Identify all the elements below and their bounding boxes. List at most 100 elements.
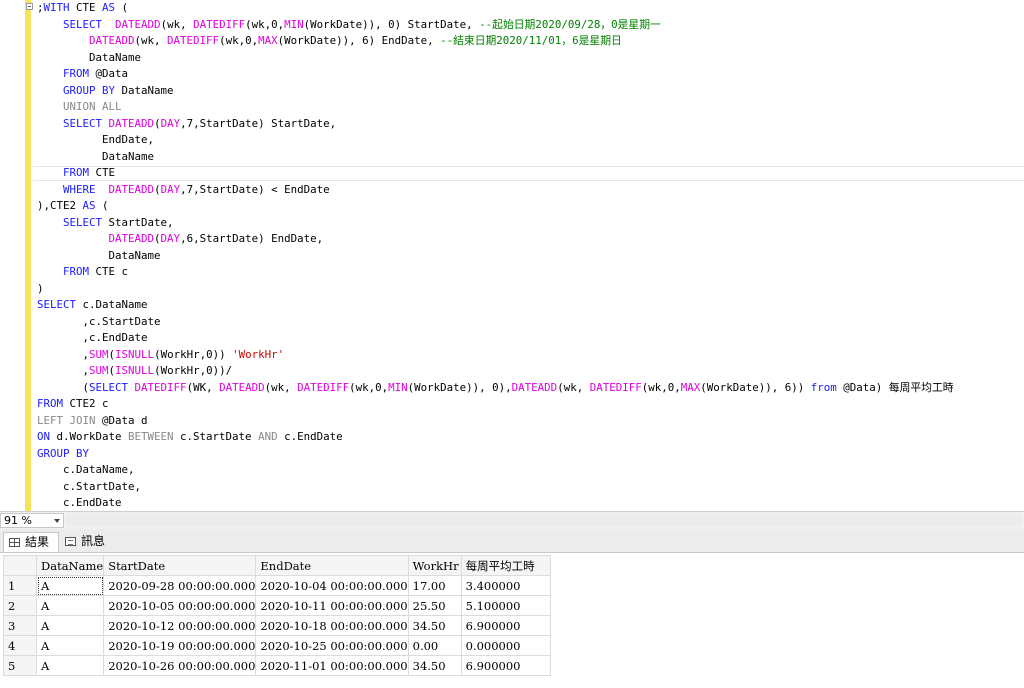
code-line[interactable]: DATEADD(wk, DATEDIFF(wk,0,MAX(WorkDate))… [37,33,1022,50]
table-cell[interactable]: 2020-10-19 00:00:00.000 [103,635,257,656]
code-line[interactable]: c.EndDate [37,495,1022,511]
code-line[interactable]: ) [37,281,1022,298]
table-cell[interactable]: A [35,655,105,676]
tab-messages[interactable]: 訊息 [60,532,112,552]
tab-results[interactable]: 結果 [3,532,59,552]
code-line[interactable]: DATEADD(DAY,6,StartDate) EndDate, [37,231,1022,248]
code-line[interactable]: SELECT c.DataName [37,297,1022,314]
code-line[interactable]: FROM @Data [37,66,1022,83]
results-grid[interactable]: DataName StartDate EndDate WorkHr 每周平均工時… [3,555,551,676]
chevron-down-icon[interactable] [54,519,60,523]
table-cell[interactable]: 2020-10-11 00:00:00.000 [255,595,409,616]
table-cell[interactable]: A [35,635,105,656]
code-line[interactable]: ,SUM(ISNULL(WorkHr,0))/ [37,363,1022,380]
table-cell[interactable]: 0.000000 [460,635,551,656]
row-number-header[interactable] [3,555,37,576]
table-row[interactable]: 4 A 2020-10-19 00:00:00.000 2020-10-25 00:0… [3,635,551,656]
code-line[interactable]: ,SUM(ISNULL(WorkHr,0)) 'WorkHr' [37,347,1022,364]
table-cell[interactable]: 6.900000 [460,655,551,676]
editor-status-bar: 91 % [0,511,1024,529]
code-token: ( [115,1,129,14]
code-line[interactable]: SELECT DATEADD(wk, DATEDIFF(wk,0,MIN(Wor… [37,17,1022,34]
code-line[interactable]: ;WITH CTE AS ( [37,0,1022,17]
code-line[interactable]: c.DataName, [37,462,1022,479]
code-line[interactable]: ,c.StartDate [37,314,1022,331]
row-number[interactable]: 5 [3,655,37,676]
code-line[interactable]: SELECT DATEADD(DAY,7,StartDate) StartDat… [37,116,1022,133]
code-line[interactable]: c.StartDate, [37,479,1022,496]
editor-margin [0,0,25,511]
table-row[interactable]: 1 A 2020-09-28 00:00:00.000 2020-10-04 00:0… [3,575,551,596]
code-line[interactable]: (SELECT DATEDIFF(WK, DATEADD(wk, DATEDIF… [37,380,1022,397]
table-cell[interactable]: 2020-10-05 00:00:00.000 [103,595,257,616]
column-header-enddate[interactable]: EndDate [255,555,409,576]
code-token: (WorkDate)), 6) EndDate, [277,34,441,47]
zoom-value: 91 % [4,514,32,527]
code-line[interactable]: WHERE DATEADD(DAY,7,StartDate) < EndDate [37,182,1022,199]
column-header-weekly-avg[interactable]: 每周平均工時 [460,555,551,576]
table-row[interactable]: 3 A 2020-10-12 00:00:00.000 2020-10-18 00:0… [3,615,551,636]
code-line[interactable]: ,c.EndDate [37,330,1022,347]
table-cell[interactable]: 2020-10-25 00:00:00.000 [255,635,409,656]
code-token: FROM [63,166,90,179]
table-cell[interactable]: 5.100000 [460,595,551,616]
code-line[interactable]: GROUP BY DataName [37,83,1022,100]
table-cell[interactable]: 2020-11-01 00:00:00.000 [255,655,409,676]
code-token: (WorkHr,0))/ [154,364,233,377]
row-number[interactable]: 4 [3,635,37,656]
code-line[interactable]: ),CTE2 AS ( [37,198,1022,215]
table-cell[interactable]: A [35,575,105,596]
column-header-dataname[interactable]: DataName [35,555,105,576]
sql-editor[interactable]: ;WITH CTE AS ( SELECT DATEADD(wk, DATEDI… [0,0,1024,511]
table-cell[interactable]: 34.50 [407,615,462,636]
table-cell[interactable]: 2020-10-18 00:00:00.000 [255,615,409,636]
code-line[interactable]: FROM CTE c [37,264,1022,281]
code-token: SELECT [37,298,77,311]
code-line[interactable]: DataName [37,50,1022,67]
column-header-workhr[interactable]: WorkHr [407,555,462,576]
table-cell[interactable]: 2020-09-28 00:00:00.000 [103,575,257,596]
tab-results-label: 結果 [25,535,50,549]
table-cell[interactable]: 2020-10-12 00:00:00.000 [103,615,257,636]
code-token: CTE [69,1,103,14]
code-token: AS [82,199,96,212]
code-line[interactable]: DataName [37,248,1022,265]
table-cell[interactable]: 0.00 [407,635,462,656]
code-line[interactable]: FROM CTE [37,165,1022,182]
messages-icon [65,537,76,546]
table-row[interactable]: 5 A 2020-10-26 00:00:00.000 2020-11-01 00:0… [3,655,551,676]
code-token: StartDate, [102,215,174,229]
table-cell[interactable]: 6.900000 [460,615,551,636]
table-cell[interactable]: 2020-10-26 00:00:00.000 [103,655,257,676]
code-token: DAY [160,232,181,245]
code-line[interactable]: GROUP BY [37,446,1022,463]
code-line[interactable]: ON d.WorkDate BETWEEN c.StartDate AND c.… [37,429,1022,446]
table-cell[interactable]: 17.00 [407,575,462,596]
code-token: (WorkDate)), 6)) [700,380,811,394]
code-line[interactable]: UNION ALL [37,99,1022,116]
row-number[interactable]: 3 [3,615,37,636]
table-cell[interactable]: 3.400000 [460,575,551,596]
code-line[interactable]: SELECT StartDate, [37,215,1022,232]
row-number[interactable]: 1 [3,575,37,596]
table-cell[interactable]: 25.50 [407,595,462,616]
table-cell[interactable]: 2020-10-04 00:00:00.000 [255,575,409,596]
table-row[interactable]: 2 A 2020-10-05 00:00:00.000 2020-10-11 00:0… [3,595,551,616]
table-cell[interactable]: A [35,595,105,616]
row-number[interactable]: 2 [3,595,37,616]
code-token: ),CTE2 [37,199,83,212]
horizontal-scrollbar[interactable] [66,515,1022,526]
table-cell[interactable]: 34.50 [407,655,462,676]
code-token: SUM [89,364,109,377]
table-cell[interactable]: A [35,615,105,636]
code-line[interactable]: EndDate, [37,132,1022,149]
collapse-icon[interactable] [26,3,33,10]
code-line[interactable]: FROM CTE2 c [37,396,1022,413]
code-line[interactable]: LEFT JOIN @Data d [37,413,1022,430]
zoom-dropdown[interactable]: 91 % [0,513,64,528]
code-text[interactable]: ;WITH CTE AS ( SELECT DATEADD(wk, DATEDI… [37,0,1022,511]
code-token: EndDate, [37,133,155,146]
column-header-startdate[interactable]: StartDate [103,555,257,576]
code-line[interactable]: DataName [37,149,1022,166]
